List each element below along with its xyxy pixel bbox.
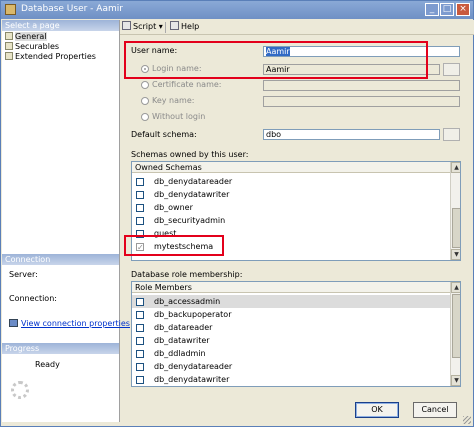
schema-checkbox[interactable]	[136, 178, 144, 186]
toolbar-separator	[165, 22, 166, 33]
without-login-label: Without login	[152, 112, 206, 121]
role-checkbox[interactable]	[136, 337, 144, 345]
database-user-dialog: Database User - Aamir _ □ × Select a pag…	[0, 0, 474, 427]
key-name-label: Key name:	[152, 96, 195, 105]
role-name: db_accessadmin	[154, 297, 221, 306]
without-login-radio[interactable]	[141, 113, 149, 121]
ok-button[interactable]: OK	[355, 402, 399, 418]
page-item-general[interactable]: General	[5, 32, 47, 42]
role-row[interactable]: db_denydatareader	[132, 360, 450, 373]
key-name-radio[interactable]	[141, 97, 149, 105]
role-checkbox[interactable]	[136, 363, 144, 371]
minimize-button[interactable]: _	[425, 3, 439, 16]
highlight-box-mytestschema	[124, 235, 224, 256]
scroll-down-arrow-icon[interactable]: ▼	[451, 249, 460, 260]
script-button[interactable]: Script ▾	[122, 21, 163, 33]
role-row[interactable]: db_denydatawriter	[132, 373, 450, 386]
schema-browse-button[interactable]	[443, 128, 460, 141]
default-schema-field[interactable]: dbo	[263, 129, 440, 140]
schema-checkbox[interactable]	[136, 191, 144, 199]
role-name: db_ddladmin	[154, 349, 206, 358]
role-name: db_backupoperator	[154, 310, 232, 319]
scroll-down-arrow-icon[interactable]: ▼	[451, 375, 460, 386]
schema-checkbox[interactable]	[136, 217, 144, 225]
maximize-button[interactable]: □	[440, 3, 454, 16]
page-icon	[5, 52, 13, 60]
role-name: db_datareader	[154, 323, 213, 332]
close-button[interactable]: ×	[456, 3, 470, 16]
connection-label: Connection:	[9, 294, 57, 303]
role-checkbox[interactable]	[136, 350, 144, 358]
schema-name: db_securityadmin	[154, 216, 226, 225]
role-members-grid: Role Members db_accessadmin db_backupope…	[131, 281, 461, 387]
toolbar: Script ▾ Help	[120, 20, 474, 35]
role-row[interactable]: db_ddladmin	[132, 347, 450, 360]
page-item-label: Extended Properties	[15, 52, 96, 61]
view-connection-properties[interactable]: View connection properties	[9, 319, 130, 328]
help-label: Help	[181, 22, 200, 31]
role-name: db_denydatareader	[154, 362, 233, 371]
progress-header: Progress	[2, 343, 119, 354]
title-bar: Database User - Aamir _ □ ×	[1, 1, 473, 19]
script-icon	[122, 21, 131, 30]
help-icon	[170, 21, 179, 30]
window-title: Database User - Aamir	[21, 4, 123, 14]
page-icon	[5, 42, 13, 50]
role-row[interactable]: db_accessadmin	[132, 295, 450, 308]
role-name: db_denydatawriter	[154, 375, 230, 384]
connection-properties-icon	[9, 319, 18, 327]
scroll-up-arrow-icon[interactable]: ▲	[451, 282, 460, 293]
server-label: Server:	[9, 270, 38, 279]
certificate-name-field[interactable]	[263, 80, 460, 91]
scroll-up-arrow-icon[interactable]: ▲	[451, 162, 460, 173]
schema-row[interactable]: db_denydatareader	[132, 175, 450, 188]
login-browse-button[interactable]	[443, 63, 460, 76]
schema-name: db_owner	[154, 203, 193, 212]
schemas-section-label: Schemas owned by this user:	[131, 150, 249, 159]
role-members-header: Role Members	[132, 282, 450, 293]
resize-grip-icon[interactable]	[463, 416, 471, 424]
page-item-label: Securables	[15, 42, 60, 51]
certificate-name-label: Certificate name:	[152, 80, 222, 89]
scrollbar-thumb[interactable]	[452, 208, 460, 248]
page-icon	[5, 32, 13, 40]
default-schema-label: Default schema:	[131, 130, 197, 139]
role-name: db_datawriter	[154, 336, 210, 345]
scrollbar-thumb[interactable]	[452, 294, 460, 358]
view-connection-link[interactable]: View connection properties	[21, 319, 130, 328]
connection-header: Connection	[2, 254, 119, 265]
schemas-scrollbar[interactable]: ▲ ▼	[450, 162, 460, 260]
roles-section-label: Database role membership:	[131, 270, 243, 279]
role-checkbox[interactable]	[136, 376, 144, 384]
schema-row[interactable]: db_owner	[132, 201, 450, 214]
cancel-button[interactable]: Cancel	[413, 402, 457, 418]
help-button[interactable]: Help	[170, 21, 199, 33]
role-row[interactable]: db_datawriter	[132, 334, 450, 347]
role-checkbox[interactable]	[136, 324, 144, 332]
progress-spinner-icon	[11, 381, 29, 399]
roles-scrollbar[interactable]: ▲ ▼	[450, 282, 460, 386]
page-item-extended-properties[interactable]: Extended Properties	[5, 52, 96, 62]
progress-status: Ready	[35, 360, 60, 369]
schema-name: db_denydatareader	[154, 177, 233, 186]
certificate-name-radio[interactable]	[141, 81, 149, 89]
page-item-label: General	[15, 32, 47, 41]
role-row[interactable]: db_backupoperator	[132, 308, 450, 321]
highlight-box-user-login	[124, 41, 428, 79]
role-row[interactable]: db_datareader	[132, 321, 450, 334]
schema-row[interactable]: db_denydatawriter	[132, 188, 450, 201]
page-item-securables[interactable]: Securables	[5, 42, 59, 52]
owned-schemas-header: Owned Schemas	[132, 162, 450, 173]
role-checkbox[interactable]	[136, 311, 144, 319]
chevron-down-icon[interactable]: ▾	[159, 22, 163, 31]
role-checkbox[interactable]	[136, 298, 144, 306]
key-name-field[interactable]	[263, 96, 460, 107]
select-page-header: Select a page	[2, 20, 119, 31]
left-pane: Select a page General Securables Extende…	[2, 20, 130, 422]
schema-checkbox[interactable]	[136, 204, 144, 212]
script-label: Script	[133, 22, 157, 31]
database-user-icon	[5, 4, 16, 15]
schema-row[interactable]: db_securityadmin	[132, 214, 450, 227]
schema-name: db_denydatawriter	[154, 190, 230, 199]
